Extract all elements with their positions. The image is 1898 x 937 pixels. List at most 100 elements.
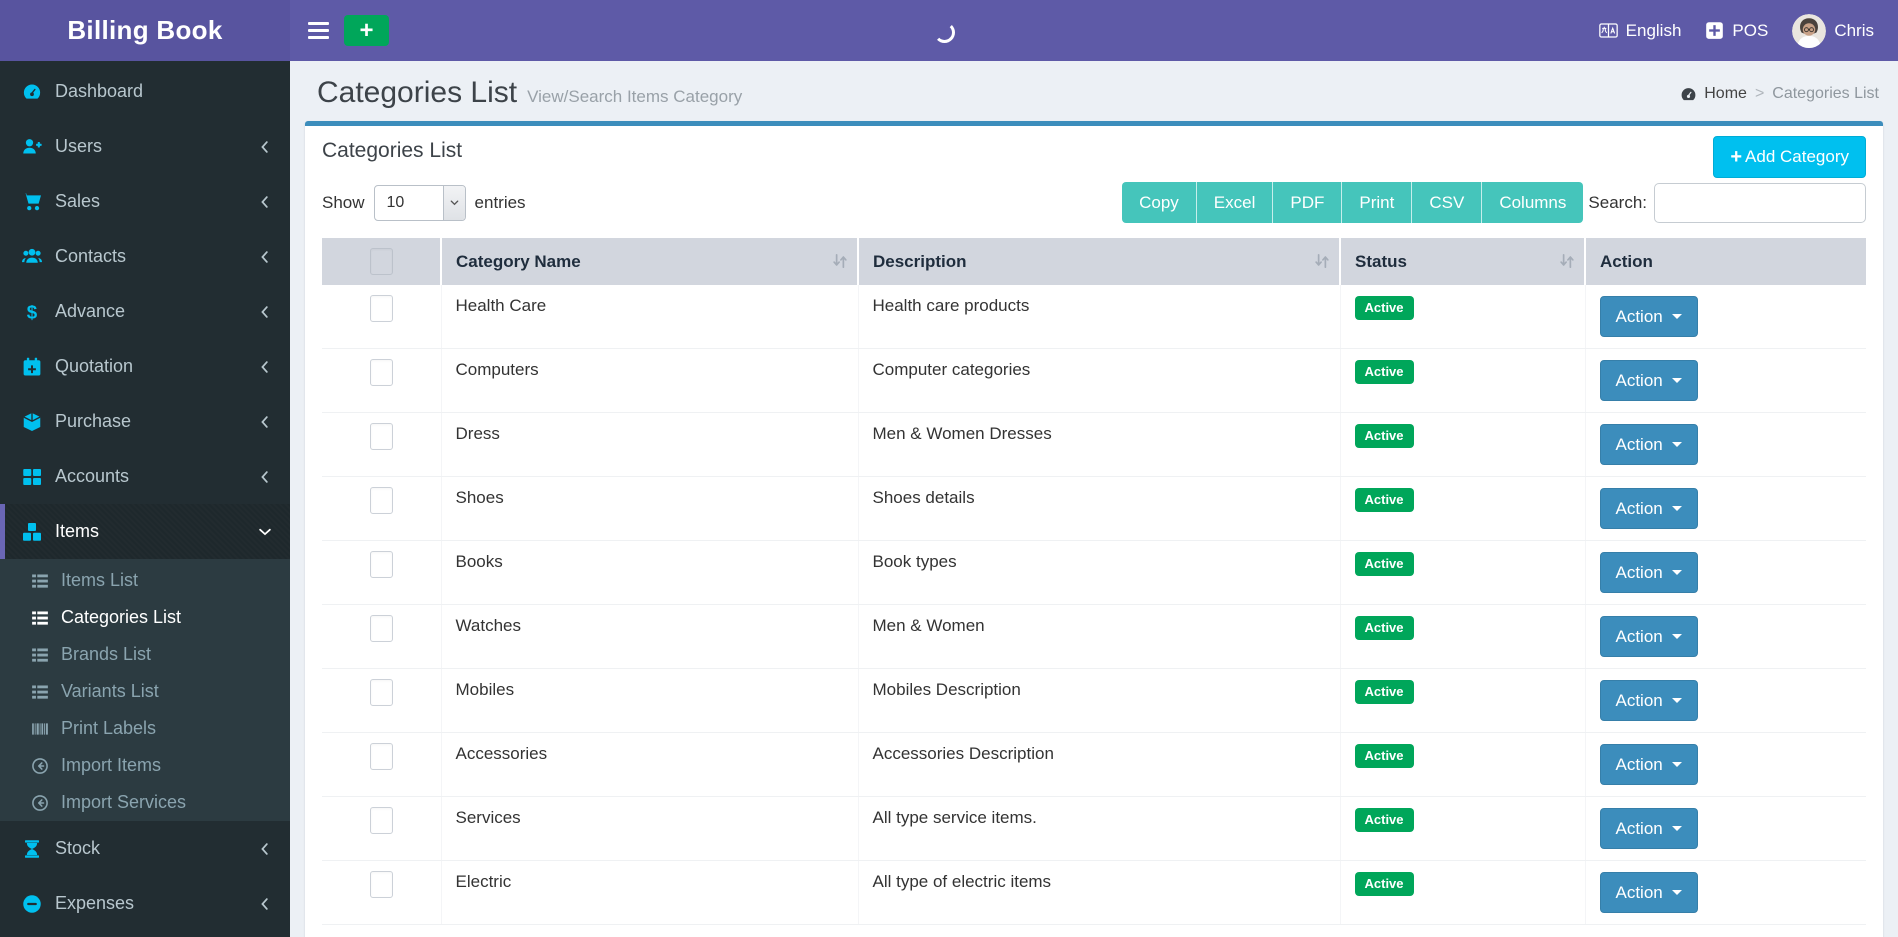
sidebar-subitem-items-list[interactable]: Items List (0, 562, 290, 599)
sidebar-item-contacts[interactable]: Contacts (0, 229, 290, 284)
sidebar-submenu-items: Items List Categories List Brands ListVari… (0, 559, 290, 821)
status-cell: Active (1340, 541, 1585, 605)
action-dropdown-button[interactable]: Action (1600, 616, 1698, 657)
description-cell: Accessories Description (858, 733, 1340, 797)
row-checkbox[interactable] (370, 807, 393, 834)
checkbox-cell (322, 285, 441, 349)
export-copy-button[interactable]: Copy (1122, 182, 1197, 223)
page-size-value: 10 (375, 186, 443, 220)
table-row-accessories: AccessoriesAccessories DescriptionActive… (322, 733, 1866, 797)
user-avatar (1792, 14, 1826, 48)
sidebar-item-items[interactable]: Items (0, 504, 290, 559)
row-checkbox[interactable] (370, 551, 393, 578)
sidebar-subitem-categories-list[interactable]: Categories List (0, 599, 290, 636)
show-label: Show (322, 193, 365, 213)
action-dropdown-button[interactable]: Action (1600, 552, 1698, 593)
column-header-status[interactable]: Status (1340, 238, 1585, 285)
export-print-button[interactable]: Print (1342, 182, 1412, 223)
action-dropdown-button[interactable]: Action (1600, 872, 1698, 913)
sidebar-subitem-brands-list[interactable]: Brands List (0, 636, 290, 673)
sidebar-subitem-print-labels[interactable]: Print Labels (0, 710, 290, 747)
category-name-cell: Computers (441, 349, 858, 413)
sidebar-item-quotation[interactable]: Quotation (0, 339, 290, 394)
checkbox-cell (322, 733, 441, 797)
chevron-left-icon (258, 305, 272, 319)
sidebar-subitem-label: Categories List (61, 607, 181, 628)
checkbox-cell (322, 797, 441, 861)
sidebar-item-label: Stock (55, 838, 258, 859)
status-cell: Active (1340, 797, 1585, 861)
chevron-left-icon (258, 195, 272, 209)
export-columns-button[interactable]: Columns (1482, 182, 1583, 223)
cubes-icon (22, 522, 42, 542)
sidebar-item-expenses[interactable]: Expenses (0, 876, 290, 931)
action-dropdown-button[interactable]: Action (1600, 360, 1698, 401)
sidebar-item-label: Items (55, 521, 258, 542)
action-dropdown-button[interactable]: Action (1600, 744, 1698, 785)
row-checkbox[interactable] (370, 423, 393, 450)
row-checkbox[interactable] (370, 295, 393, 322)
sidebar-item-advance[interactable]: $Advance (0, 284, 290, 339)
status-badge: Active (1355, 488, 1414, 512)
column-header-description[interactable]: Description (858, 238, 1340, 285)
page-size-select[interactable]: 10 (374, 185, 466, 221)
plus-square-icon (1705, 21, 1724, 40)
action-dropdown-button[interactable]: Action (1600, 424, 1698, 465)
row-checkbox[interactable] (370, 487, 393, 514)
sidebar-subitem-label: Items List (61, 570, 138, 591)
sidebar-item-label: Accounts (55, 466, 258, 487)
sidebar-item-users[interactable]: Users (0, 119, 290, 174)
action-cell: Action (1585, 477, 1866, 541)
arrow-circle-left-icon (31, 757, 49, 775)
language-menu[interactable]: English (1587, 0, 1694, 61)
sort-icon (831, 252, 849, 270)
row-checkbox[interactable] (370, 679, 393, 706)
category-name-cell: Books (441, 541, 858, 605)
select-all-checkbox[interactable] (370, 248, 393, 275)
sidebar-subitem-import-services[interactable]: Import Services (0, 784, 290, 821)
status-cell: Active (1340, 477, 1585, 541)
action-cell: Action (1585, 413, 1866, 477)
action-dropdown-button[interactable]: Action (1600, 488, 1698, 529)
action-dropdown-button[interactable]: Action (1600, 680, 1698, 721)
sidebar-subitem-import-items[interactable]: Import Items (0, 747, 290, 784)
row-checkbox[interactable] (370, 359, 393, 386)
quick-add-button[interactable]: + (344, 15, 389, 46)
chevron-left-icon (258, 842, 272, 856)
export-pdf-button[interactable]: PDF (1273, 182, 1342, 223)
breadcrumb: Home > Categories List (1680, 85, 1879, 103)
status-badge: Active (1355, 872, 1414, 896)
sidebar-subitem-variants-list[interactable]: Variants List (0, 673, 290, 710)
sidebar-item-label: Sales (55, 191, 258, 212)
action-dropdown-button[interactable]: Action (1600, 808, 1698, 849)
box-body: Show 10 entries CopyExcelPDFPrintCSVColu… (305, 182, 1883, 925)
column-header-category-name[interactable]: Category Name (441, 238, 858, 285)
sidebar-toggle-button[interactable] (296, 0, 340, 61)
sidebar-item-accounts[interactable]: Accounts (0, 449, 290, 504)
export-excel-button[interactable]: Excel (1197, 182, 1274, 223)
app-logo[interactable]: Billing Book (0, 0, 290, 61)
row-checkbox[interactable] (370, 871, 393, 898)
language-icon (1599, 21, 1618, 40)
row-checkbox[interactable] (370, 615, 393, 642)
sidebar-item-label: Dashboard (55, 81, 290, 102)
action-dropdown-button[interactable]: Action (1600, 296, 1698, 337)
sidebar-item-dashboard[interactable]: Dashboard (0, 64, 290, 119)
row-checkbox[interactable] (370, 743, 393, 770)
export-csv-button[interactable]: CSV (1412, 182, 1482, 223)
caret-down-icon (1672, 378, 1682, 383)
breadcrumb-home-link[interactable]: Home (1704, 85, 1747, 103)
arrow-circle-left-icon (31, 794, 49, 812)
action-cell: Action (1585, 605, 1866, 669)
description-cell: Men & Women (858, 605, 1340, 669)
status-cell: Active (1340, 413, 1585, 477)
navbar-main: + English (290, 0, 1898, 61)
sidebar-item-stock[interactable]: Stock (0, 821, 290, 876)
add-category-button[interactable]: + Add Category (1713, 136, 1866, 178)
table-row-shoes: ShoesShoes detailsActiveAction (322, 477, 1866, 541)
pos-button[interactable]: POS (1693, 0, 1780, 61)
user-menu[interactable]: Chris (1780, 0, 1886, 61)
sidebar-item-purchase[interactable]: Purchase (0, 394, 290, 449)
sidebar-item-sales[interactable]: Sales (0, 174, 290, 229)
search-input[interactable] (1654, 183, 1866, 223)
